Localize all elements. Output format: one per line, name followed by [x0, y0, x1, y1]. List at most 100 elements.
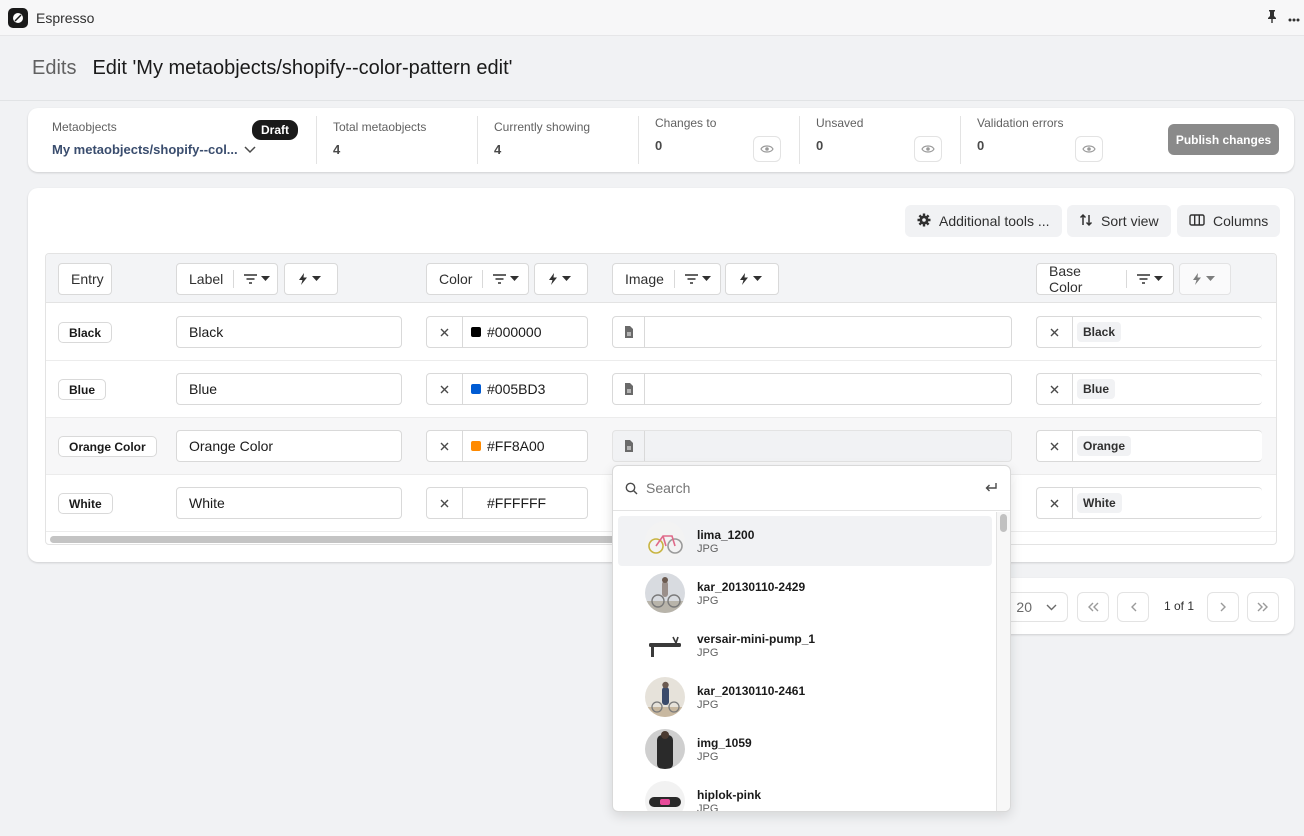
stats-bar: Metaobjects My metaobjects/shopify--col.…	[28, 108, 1294, 172]
base-color-input[interactable]: Blue	[1036, 373, 1262, 405]
option-type: JPG	[697, 750, 719, 763]
entry-tag[interactable]: White	[58, 493, 113, 514]
dropdown-option[interactable]: hiplok-pink JPG	[618, 776, 992, 812]
filter-dropdown[interactable]	[1126, 270, 1173, 288]
clear-icon[interactable]	[427, 374, 463, 404]
bulk-action-image[interactable]	[725, 263, 779, 295]
column-header-image[interactable]: Image	[612, 263, 721, 295]
caret-down-icon	[510, 276, 520, 281]
view-errors-button[interactable]	[1075, 136, 1103, 162]
enter-return-icon[interactable]	[984, 482, 998, 494]
page-header: Edits Edit 'My metaobjects/shopify--colo…	[0, 37, 1304, 101]
caret-down-icon	[701, 276, 711, 281]
clear-icon[interactable]	[427, 431, 463, 461]
column-header-label[interactable]: Label	[176, 263, 278, 295]
color-input[interactable]: #FF8A00	[426, 430, 588, 462]
dropdown-option[interactable]: kar_20130110-2429 JPG	[618, 568, 992, 618]
horizontal-scrollbar[interactable]	[50, 536, 650, 543]
dropdown-search-input[interactable]	[646, 480, 984, 496]
bulk-action-base-color[interactable]	[1179, 263, 1231, 295]
column-header-entry[interactable]: Entry	[58, 263, 112, 295]
dropdown-option[interactable]: img_1059 JPG	[618, 724, 992, 774]
filter-icon	[684, 274, 698, 284]
image-input[interactable]	[612, 373, 1012, 405]
scrollbar-thumb[interactable]	[1000, 514, 1007, 532]
label-input[interactable]: Orange Color	[176, 430, 402, 462]
chevron-down-icon	[244, 142, 256, 157]
dropdown-option[interactable]: versair-mini-pump_1 JPG	[618, 620, 992, 670]
base-color-input[interactable]: Orange	[1036, 430, 1262, 462]
vertical-scrollbar[interactable]	[996, 512, 1010, 811]
first-page-button[interactable]	[1077, 592, 1109, 622]
espresso-logo-icon	[8, 7, 28, 28]
lightning-icon	[740, 273, 748, 285]
clear-icon[interactable]	[1037, 317, 1073, 347]
total-label: Total metaobjects	[333, 120, 427, 134]
lightning-icon	[299, 273, 307, 285]
entry-tag[interactable]: Blue	[58, 379, 107, 400]
base-color-input[interactable]: Black	[1036, 316, 1262, 348]
filter-icon	[493, 274, 507, 284]
option-type: JPG	[697, 542, 719, 555]
entry-tag[interactable]: Black	[58, 322, 113, 343]
caret-down-icon	[1154, 276, 1163, 281]
view-unsaved-button[interactable]	[914, 136, 942, 162]
column-header-base-color[interactable]: Base Color	[1036, 263, 1174, 295]
view-changes-button[interactable]	[753, 136, 781, 162]
bulk-action-label[interactable]	[284, 263, 338, 295]
color-input[interactable]: #000000	[426, 316, 588, 348]
unsaved-label: Unsaved	[816, 116, 864, 130]
column-header-color[interactable]: Color	[426, 263, 529, 295]
color-swatch	[471, 384, 481, 394]
pin-icon[interactable]	[1266, 9, 1278, 26]
clear-icon[interactable]	[1037, 488, 1073, 518]
filter-dropdown[interactable]	[673, 270, 721, 288]
divider	[960, 116, 961, 164]
more-options-icon[interactable]	[1288, 10, 1300, 25]
image-input-active[interactable]	[612, 430, 1012, 462]
label-input[interactable]: White	[176, 487, 402, 519]
errors-label: Validation errors	[977, 116, 1064, 130]
column-label: Entry	[71, 271, 104, 287]
divider	[477, 116, 478, 164]
columns-button[interactable]: Columns	[1177, 205, 1281, 237]
dropdown-option[interactable]: kar_20130110-2461 JPG	[618, 672, 992, 722]
breadcrumb-edits[interactable]: Edits	[32, 57, 76, 80]
publish-changes-button[interactable]: Publish changes	[1168, 124, 1279, 155]
gear-icon	[917, 213, 931, 230]
sort-view-label: Sort view	[1101, 213, 1159, 229]
chevron-left-icon	[1130, 602, 1136, 612]
next-page-button[interactable]	[1207, 592, 1239, 622]
filter-dropdown[interactable]	[233, 270, 280, 288]
clear-icon[interactable]	[427, 488, 463, 518]
base-color-input[interactable]: White	[1036, 487, 1262, 519]
total-value: 4	[333, 142, 341, 157]
option-name: img_1059	[697, 735, 752, 750]
label-input[interactable]: Blue	[176, 373, 402, 405]
page-title: Edit 'My metaobjects/shopify--color-patt…	[92, 57, 513, 79]
color-input[interactable]: #FFFFFF	[426, 487, 588, 519]
entry-tag[interactable]: Orange Color	[58, 436, 157, 457]
table-row: Blue Blue #005BD3 Blue	[46, 361, 1276, 418]
dropdown-option[interactable]: lima_1200 JPG	[618, 516, 992, 566]
bulk-action-color[interactable]	[534, 263, 588, 295]
last-page-button[interactable]	[1247, 592, 1279, 622]
clear-icon[interactable]	[427, 317, 463, 347]
prev-page-button[interactable]	[1117, 592, 1149, 622]
additional-tools-button[interactable]: Additional tools ...	[905, 205, 1062, 237]
clear-icon[interactable]	[1037, 431, 1073, 461]
sort-view-button[interactable]: Sort view	[1067, 205, 1171, 237]
divider	[638, 116, 639, 164]
image-thumbnail	[645, 521, 685, 561]
filter-icon	[1137, 274, 1150, 284]
option-name: lima_1200	[697, 527, 755, 542]
image-input[interactable]	[612, 316, 1012, 348]
column-label: Label	[189, 271, 224, 287]
filter-dropdown[interactable]	[482, 270, 529, 288]
label-input[interactable]: Black	[176, 316, 402, 348]
double-chevron-left-icon	[1088, 602, 1099, 612]
lightning-icon	[549, 273, 557, 285]
color-input[interactable]: #005BD3	[426, 373, 588, 405]
option-type: JPG	[697, 802, 719, 812]
clear-icon[interactable]	[1037, 374, 1073, 404]
